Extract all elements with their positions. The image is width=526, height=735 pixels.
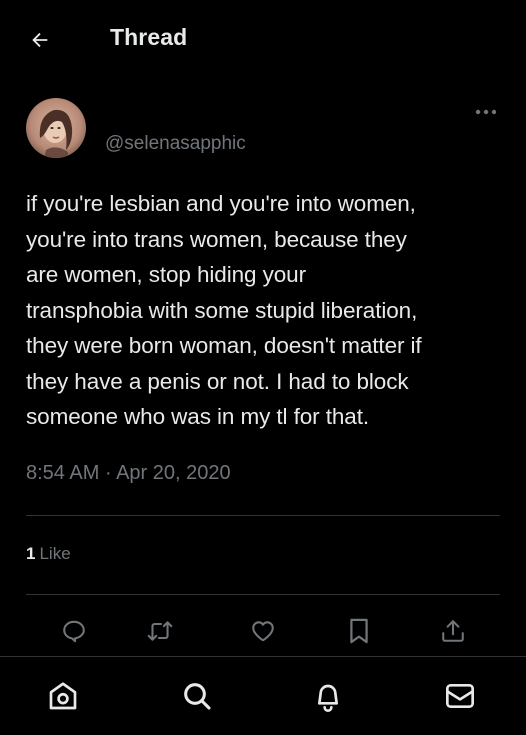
author-handle[interactable]: @selenasapphic [105, 133, 246, 155]
retweet-icon [146, 618, 174, 644]
retweet-button[interactable] [146, 617, 174, 645]
home-icon [47, 680, 79, 712]
share-icon [440, 617, 466, 645]
nav-messages[interactable] [443, 679, 477, 713]
reply-icon [61, 618, 87, 644]
arrow-left-icon [29, 29, 51, 51]
top-bar: Thread [0, 0, 526, 80]
bottom-nav-divider [0, 656, 526, 657]
tweet-text: if you're lesbian and you're into women,… [26, 191, 422, 429]
search-icon [181, 680, 213, 712]
nav-notifications[interactable] [311, 679, 345, 713]
divider [26, 515, 500, 516]
like-label: Like [39, 544, 71, 563]
timestamp-separator: · [99, 462, 117, 484]
divider [26, 594, 500, 595]
share-button[interactable] [439, 617, 467, 645]
nav-search[interactable] [180, 679, 214, 713]
tweet-timestamp[interactable]: 8:54 AM · Apr 20, 2020 [26, 462, 231, 485]
messages-icon [444, 680, 476, 712]
nav-home[interactable] [46, 679, 80, 713]
like-count: 1 [26, 544, 36, 563]
page-title: Thread [110, 24, 188, 50]
reply-button[interactable] [60, 617, 88, 645]
notifications-icon [312, 680, 344, 712]
more-options-button[interactable] [472, 100, 500, 124]
avatar[interactable] [26, 98, 86, 158]
bookmark-icon [347, 617, 371, 645]
like-button[interactable] [249, 617, 277, 645]
more-horizontal-icon [475, 109, 497, 115]
like-icon [249, 618, 277, 644]
likes-stat[interactable]: 1 Like [26, 544, 71, 564]
back-button[interactable] [26, 26, 54, 54]
tweet-date: Apr 20, 2020 [116, 462, 231, 484]
bookmark-button[interactable] [345, 617, 373, 645]
tweet-time: 8:54 AM [26, 462, 100, 484]
